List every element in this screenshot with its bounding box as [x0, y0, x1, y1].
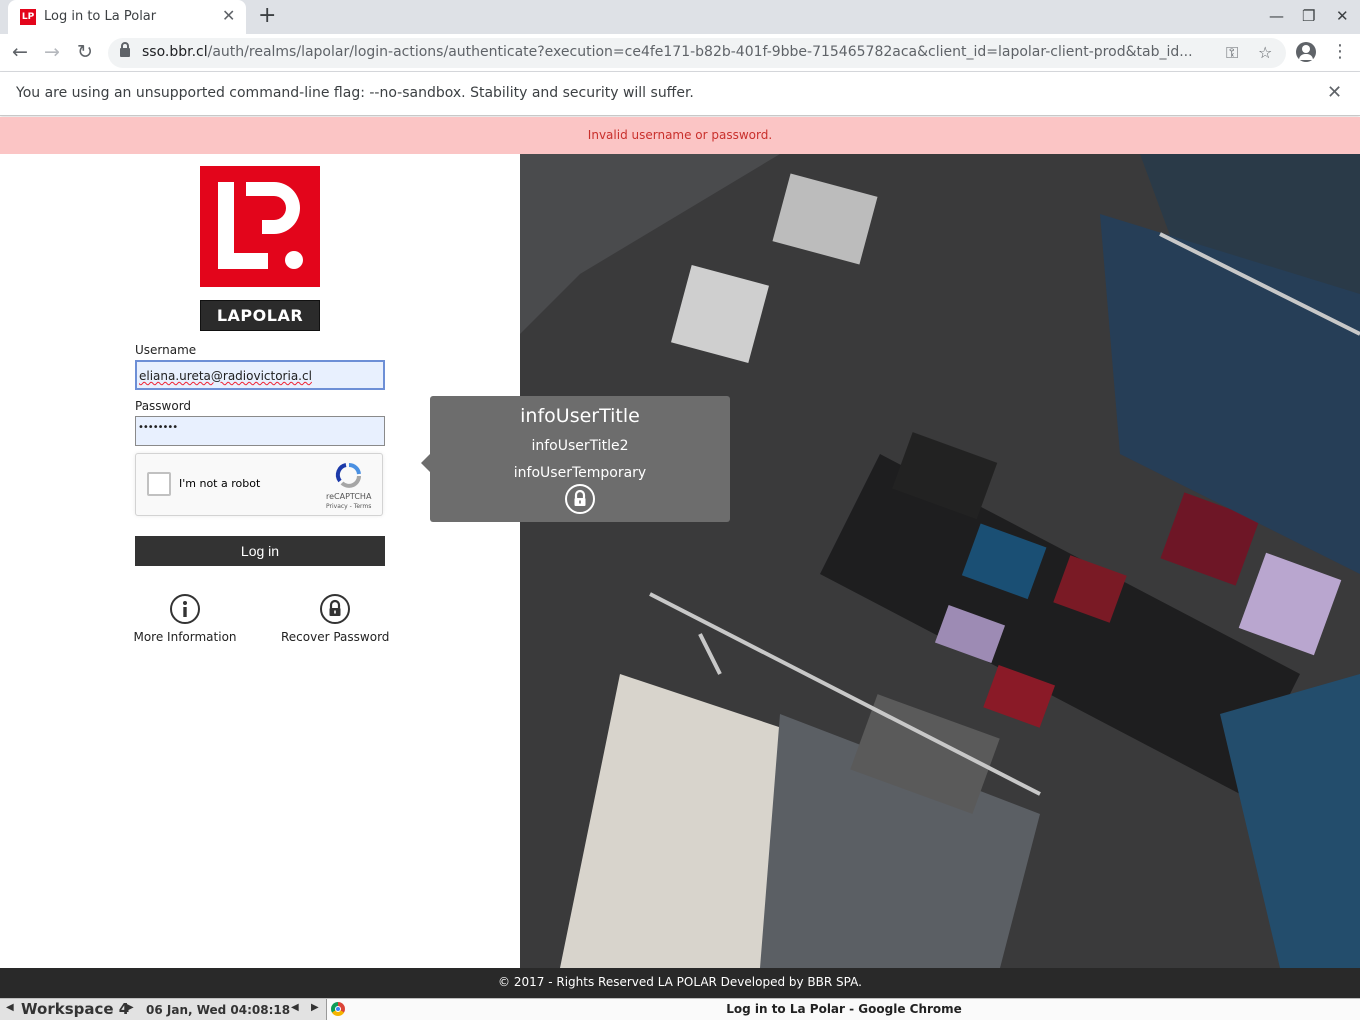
popover-subtitle: infoUserTitle2	[531, 438, 629, 454]
star-icon[interactable]: ☆	[1258, 43, 1272, 63]
popover-title: infoUserTitle	[520, 405, 640, 427]
popover-lock-icon	[565, 484, 595, 514]
taskbar-clock: 06 Jan, Wed 04:08:18	[146, 1003, 291, 1017]
recaptcha-widget: I'm not a robot reCAPTCHA Privacy - Term…	[135, 453, 383, 516]
minimize-icon[interactable]: —	[1269, 6, 1284, 26]
workspace-prev-icon[interactable]: ◀	[6, 1002, 14, 1013]
recover-password-link[interactable]: Recover Password	[281, 594, 389, 644]
key-icon[interactable]: ⚿	[1226, 43, 1238, 63]
recover-password-label: Recover Password	[281, 630, 390, 644]
taskbar-window-title: Log in to La Polar - Google Chrome	[726, 1002, 962, 1016]
username-input[interactable]: eliana.ureta@radiovictoria.cl	[135, 360, 385, 390]
profile-icon[interactable]	[1296, 42, 1316, 62]
tab-close-icon[interactable]: ✕	[222, 7, 235, 25]
workspace-next-icon[interactable]: ▶	[126, 1002, 134, 1013]
more-information-label: More Information	[133, 630, 237, 644]
la-polar-logo-mark	[218, 182, 303, 269]
infobar-message: You are using an unsupported command-lin…	[16, 85, 694, 101]
forward-icon[interactable]: →	[44, 41, 60, 63]
password-label: Password	[135, 399, 192, 413]
taskbar-next-icon[interactable]: ▶	[311, 1002, 319, 1013]
recaptcha-label: I'm not a robot	[179, 477, 261, 490]
store-background-photo	[520, 154, 1360, 968]
more-information-link[interactable]: More Information	[133, 594, 237, 644]
username-label: Username	[135, 343, 197, 357]
password-value: ••••••••	[138, 422, 178, 433]
taskbar-prev-icon[interactable]: ◀	[291, 1002, 299, 1013]
recaptcha-icon	[335, 462, 361, 488]
login-button[interactable]: Log in	[135, 536, 385, 566]
infobar-close-icon[interactable]: ✕	[1327, 83, 1342, 103]
store-photo-illustration	[520, 154, 1360, 968]
os-taskbar: ◀ Workspace 4 ▶ 06 Jan, Wed 04:08:18 ◀ ▶…	[0, 998, 1360, 1020]
padlock-icon	[320, 594, 350, 624]
reload-icon[interactable]: ↻	[77, 41, 93, 63]
back-icon[interactable]: ←	[12, 41, 28, 63]
username-value: eliana.ureta@radiovictoria.cl	[139, 369, 312, 383]
info-icon	[170, 594, 200, 624]
lock-icon[interactable]	[120, 42, 130, 57]
recaptcha-brand: reCAPTCHA	[326, 492, 372, 501]
password-input[interactable]: ••••••••	[135, 416, 385, 446]
logo-wordmark: LAPOLAR	[200, 300, 320, 331]
recaptcha-checkbox[interactable]	[147, 472, 171, 496]
url-text[interactable]: sso.bbr.cl/auth/realms/lapolar/login-act…	[142, 44, 1212, 60]
login-panel: LAPOLAR Username eliana.ureta@radiovicto…	[0, 154, 520, 968]
menu-icon[interactable]: ⋮	[1331, 42, 1349, 62]
browser-tab[interactable]: LP Log in to La Polar ✕	[8, 0, 246, 34]
workspace-label[interactable]: Workspace 4	[21, 1000, 129, 1018]
warning-infobar: You are using an unsupported command-lin…	[0, 72, 1360, 116]
taskbar-window-button[interactable]: Log in to La Polar - Google Chrome	[326, 999, 1360, 1020]
tab-strip: LP Log in to La Polar ✕ + — ❐ ✕	[0, 0, 1360, 34]
browser-toolbar: ← → ↻ sso.bbr.cl/auth/realms/lapolar/log…	[0, 34, 1360, 72]
footer-text: © 2017 - Rights Reserved LA POLAR Develo…	[498, 975, 862, 989]
la-polar-favicon-icon: LP	[20, 9, 36, 25]
page-footer: © 2017 - Rights Reserved LA POLAR Develo…	[0, 968, 1360, 998]
window-close-icon[interactable]: ✕	[1336, 6, 1349, 26]
error-message: Invalid username or password.	[587, 128, 773, 142]
info-popover: infoUserTitle infoUserTitle2 infoUserTem…	[421, 396, 730, 522]
popover-temporary: infoUserTemporary	[513, 465, 647, 481]
la-polar-logo	[200, 166, 320, 287]
new-tab-icon[interactable]: +	[258, 4, 276, 28]
restore-icon[interactable]: ❐	[1302, 6, 1315, 26]
address-bar[interactable]: sso.bbr.cl/auth/realms/lapolar/login-act…	[108, 38, 1286, 68]
recaptcha-links[interactable]: Privacy - Terms	[326, 503, 371, 510]
tab-title: Log in to La Polar	[44, 9, 157, 24]
error-banner: Invalid username or password.	[0, 117, 1360, 154]
